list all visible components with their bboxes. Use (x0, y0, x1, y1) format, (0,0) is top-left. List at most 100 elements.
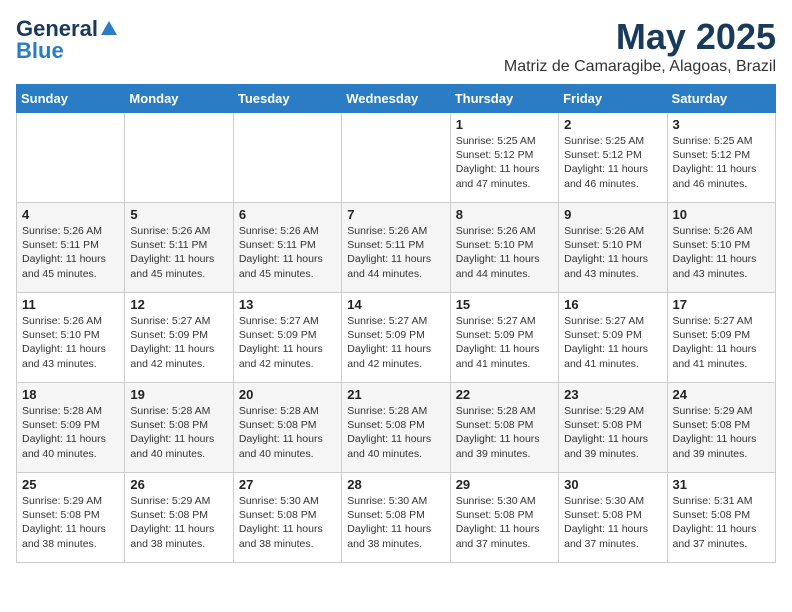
calendar-cell: 8 Sunrise: 5:26 AMSunset: 5:10 PMDaylight… (450, 203, 558, 293)
day-number: 14 (347, 297, 444, 312)
day-number: 19 (130, 387, 227, 402)
day-info: Sunrise: 5:30 AMSunset: 5:08 PMDaylight:… (239, 494, 336, 551)
day-number: 4 (22, 207, 119, 222)
calendar-cell: 14 Sunrise: 5:27 AMSunset: 5:09 PMDayligh… (342, 293, 450, 383)
header-wednesday: Wednesday (342, 85, 450, 113)
day-number: 23 (564, 387, 661, 402)
day-info: Sunrise: 5:28 AMSunset: 5:08 PMDaylight:… (347, 404, 444, 461)
page-header: General Blue May 2025 Matriz de Camaragi… (16, 16, 776, 76)
calendar-cell: 5Sunrise: 5:26 AMSunset: 5:11 PMDaylight… (125, 203, 233, 293)
week-row-3: 11Sunrise: 5:26 AMSunset: 5:10 PMDayligh… (17, 293, 776, 383)
calendar-cell: 16 Sunrise: 5:27 AMSunset: 5:09 PMDayligh… (559, 293, 667, 383)
week-row-4: 18Sunrise: 5:28 AMSunset: 5:09 PMDayligh… (17, 383, 776, 473)
day-number: 9 (564, 207, 661, 222)
day-info: Sunrise: 5:31 AMSunset: 5:08 PMDaylight:… (673, 494, 770, 551)
day-number: 17 (673, 297, 770, 312)
header-friday: Friday (559, 85, 667, 113)
day-number: 31 (673, 477, 770, 492)
calendar-cell: 31 Sunrise: 5:31 AMSunset: 5:08 PMDayligh… (667, 473, 775, 563)
day-number: 13 (239, 297, 336, 312)
day-number: 2 (564, 117, 661, 132)
day-info: Sunrise: 5:27 AMSunset: 5:09 PMDaylight:… (347, 314, 444, 371)
calendar-cell: 9 Sunrise: 5:26 AMSunset: 5:10 PMDaylight… (559, 203, 667, 293)
calendar-cell: 10Sunrise: 5:26 AMSunset: 5:10 PMDayligh… (667, 203, 775, 293)
day-number: 28 (347, 477, 444, 492)
day-number: 22 (456, 387, 553, 402)
header-saturday: Saturday (667, 85, 775, 113)
calendar-cell (342, 113, 450, 203)
calendar-cell: 15 Sunrise: 5:27 AMSunset: 5:09 PMDayligh… (450, 293, 558, 383)
day-info: Sunrise: 5:28 AMSunset: 5:08 PMDaylight:… (456, 404, 553, 461)
day-number: 30 (564, 477, 661, 492)
day-info: Sunrise: 5:30 AMSunset: 5:08 PMDaylight:… (456, 494, 553, 551)
day-info: Sunrise: 5:29 AMSunset: 5:08 PMDaylight:… (564, 404, 661, 461)
day-number: 18 (22, 387, 119, 402)
calendar-cell: 26 Sunrise: 5:29 AMSunset: 5:08 PMDayligh… (125, 473, 233, 563)
day-info: Sunrise: 5:27 AMSunset: 5:09 PMDaylight:… (673, 314, 770, 371)
day-number: 12 (130, 297, 227, 312)
calendar-cell: 12 Sunrise: 5:27 AMSunset: 5:09 PMDayligh… (125, 293, 233, 383)
calendar-cell: 3Sunrise: 5:25 AMSunset: 5:12 PMDaylight… (667, 113, 775, 203)
calendar-cell: 27 Sunrise: 5:30 AMSunset: 5:08 PMDayligh… (233, 473, 341, 563)
day-number: 27 (239, 477, 336, 492)
day-number: 16 (564, 297, 661, 312)
logo: General Blue (16, 16, 118, 64)
calendar-header-row: SundayMondayTuesdayWednesdayThursdayFrid… (17, 85, 776, 113)
day-info: Sunrise: 5:27 AMSunset: 5:09 PMDaylight:… (239, 314, 336, 371)
day-info: Sunrise: 5:30 AMSunset: 5:08 PMDaylight:… (347, 494, 444, 551)
day-info: Sunrise: 5:25 AMSunset: 5:12 PMDaylight:… (456, 134, 553, 191)
day-number: 26 (130, 477, 227, 492)
calendar-cell: 24 Sunrise: 5:29 AMSunset: 5:08 PMDayligh… (667, 383, 775, 473)
day-number: 25 (22, 477, 119, 492)
day-number: 20 (239, 387, 336, 402)
week-row-1: 1 Sunrise: 5:25 AMSunset: 5:12 PMDaylight… (17, 113, 776, 203)
day-info: Sunrise: 5:26 AMSunset: 5:10 PMDaylight:… (456, 224, 553, 281)
day-info: Sunrise: 5:29 AMSunset: 5:08 PMDaylight:… (22, 494, 119, 551)
day-number: 8 (456, 207, 553, 222)
logo-blue: Blue (16, 38, 64, 64)
day-number: 21 (347, 387, 444, 402)
calendar-cell: 18Sunrise: 5:28 AMSunset: 5:09 PMDayligh… (17, 383, 125, 473)
calendar-cell: 4Sunrise: 5:26 AMSunset: 5:11 PMDaylight… (17, 203, 125, 293)
calendar-cell: 6Sunrise: 5:26 AMSunset: 5:11 PMDaylight… (233, 203, 341, 293)
calendar-cell: 25 Sunrise: 5:29 AMSunset: 5:08 PMDayligh… (17, 473, 125, 563)
calendar-cell: 11Sunrise: 5:26 AMSunset: 5:10 PMDayligh… (17, 293, 125, 383)
calendar-cell: 17 Sunrise: 5:27 AMSunset: 5:09 PMDayligh… (667, 293, 775, 383)
calendar-cell: 22 Sunrise: 5:28 AMSunset: 5:08 PMDayligh… (450, 383, 558, 473)
day-number: 7 (347, 207, 444, 222)
day-info: Sunrise: 5:26 AMSunset: 5:11 PMDaylight:… (239, 224, 336, 281)
week-row-2: 4 Sunrise: 5:26 AMSunset: 5:11 PMDaylight… (17, 203, 776, 293)
header-tuesday: Tuesday (233, 85, 341, 113)
day-number: 29 (456, 477, 553, 492)
day-info: Sunrise: 5:25 AMSunset: 5:12 PMDaylight:… (673, 134, 770, 191)
title-block: May 2025 Matriz de Camaragibe, Alagoas, … (504, 16, 776, 76)
day-info: Sunrise: 5:27 AMSunset: 5:09 PMDaylight:… (130, 314, 227, 371)
day-number: 24 (673, 387, 770, 402)
calendar-cell: 20Sunrise: 5:28 AMSunset: 5:08 PMDayligh… (233, 383, 341, 473)
calendar-cell: 30 Sunrise: 5:30 AMSunset: 5:08 PMDayligh… (559, 473, 667, 563)
day-info: Sunrise: 5:29 AMSunset: 5:08 PMDaylight:… (673, 404, 770, 461)
calendar-cell: 2 Sunrise: 5:25 AMSunset: 5:12 PMDaylight… (559, 113, 667, 203)
day-info: Sunrise: 5:25 AMSunset: 5:12 PMDaylight:… (564, 134, 661, 191)
header-monday: Monday (125, 85, 233, 113)
calendar-cell (17, 113, 125, 203)
day-info: Sunrise: 5:26 AMSunset: 5:11 PMDaylight:… (347, 224, 444, 281)
day-info: Sunrise: 5:28 AMSunset: 5:08 PMDaylight:… (130, 404, 227, 461)
day-info: Sunrise: 5:26 AMSunset: 5:10 PMDaylight:… (564, 224, 661, 281)
calendar-cell: 21 Sunrise: 5:28 AMSunset: 5:08 PMDayligh… (342, 383, 450, 473)
day-number: 15 (456, 297, 553, 312)
day-number: 5 (130, 207, 227, 222)
day-number: 1 (456, 117, 553, 132)
calendar-cell: 23 Sunrise: 5:29 AMSunset: 5:08 PMDayligh… (559, 383, 667, 473)
calendar-cell (233, 113, 341, 203)
calendar-cell: 28 Sunrise: 5:30 AMSunset: 5:08 PMDayligh… (342, 473, 450, 563)
day-info: Sunrise: 5:27 AMSunset: 5:09 PMDaylight:… (456, 314, 553, 371)
day-info: Sunrise: 5:30 AMSunset: 5:08 PMDaylight:… (564, 494, 661, 551)
calendar-table: SundayMondayTuesdayWednesdayThursdayFrid… (16, 84, 776, 563)
calendar-cell (125, 113, 233, 203)
day-info: Sunrise: 5:27 AMSunset: 5:09 PMDaylight:… (564, 314, 661, 371)
logo-icon (100, 19, 118, 37)
day-info: Sunrise: 5:29 AMSunset: 5:08 PMDaylight:… (130, 494, 227, 551)
calendar-cell: 29 Sunrise: 5:30 AMSunset: 5:08 PMDayligh… (450, 473, 558, 563)
location-subtitle: Matriz de Camaragibe, Alagoas, Brazil (504, 58, 776, 76)
